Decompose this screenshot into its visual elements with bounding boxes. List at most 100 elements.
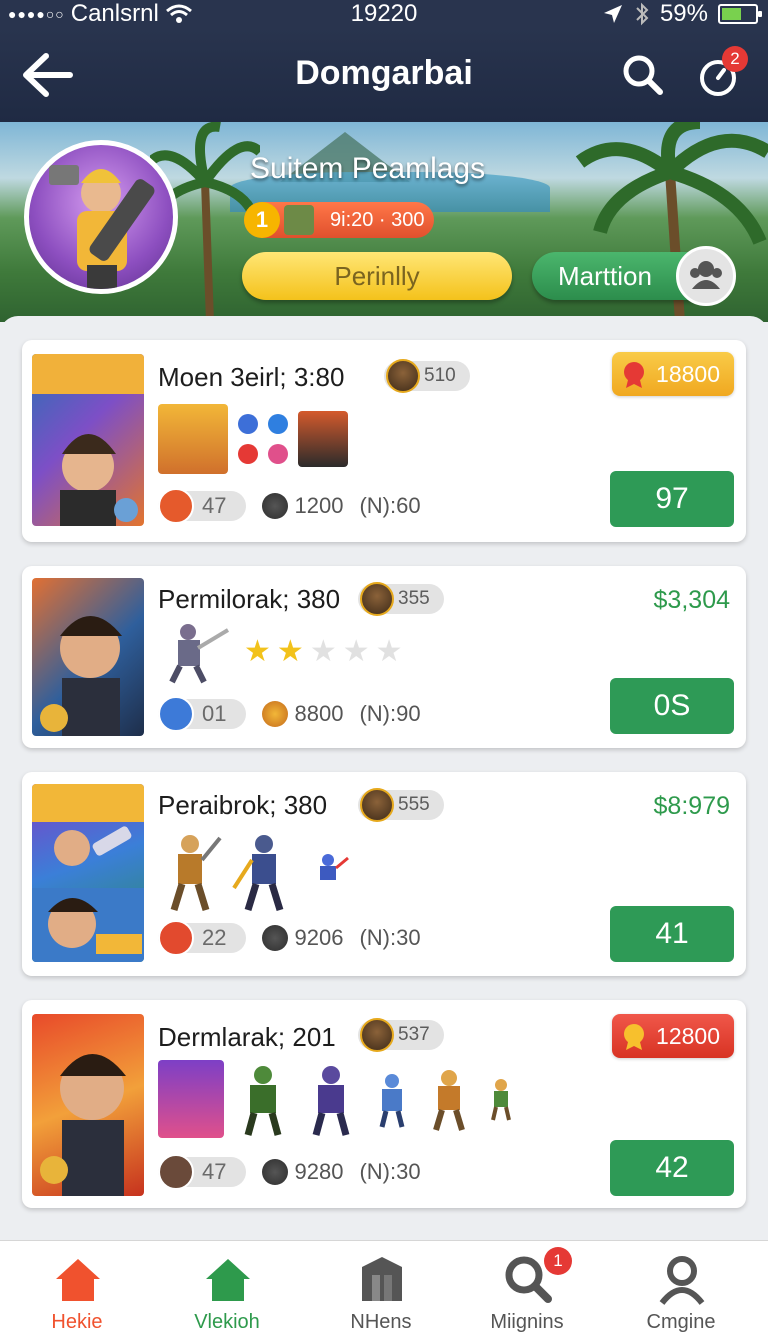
warrior-figure: [312, 1066, 350, 1136]
chip-avatar: [158, 920, 194, 956]
search-icon: [623, 55, 663, 95]
stat-row: 22 9206 (N):30: [158, 920, 421, 956]
player-chip: 47: [158, 488, 247, 524]
chip-avatar: [158, 488, 194, 524]
warrior-figure: [320, 854, 349, 880]
nav-label: Vlekioh: [194, 1311, 260, 1333]
list-item[interactable]: Dermlarak; 201 537 12800 42 47 9280 (N):…: [22, 1000, 746, 1208]
player-chip: 01: [158, 696, 247, 732]
chip-value: 01: [202, 701, 227, 726]
cover-art: [32, 354, 144, 526]
nav-label: Cmgine: [646, 1311, 716, 1333]
boost-icon: [238, 414, 258, 434]
primary-action-button[interactable]: Perinlly: [242, 252, 512, 300]
home-icon: [56, 1259, 100, 1301]
card-title: Peraibrok; 380: [158, 790, 328, 820]
player-pill: 510: [384, 359, 470, 393]
house-icon: [206, 1259, 250, 1301]
thumb-row: ★ ★ ★ ★ ★: [158, 618, 403, 684]
warrior-figure: [379, 1074, 405, 1128]
character-thumb: [298, 411, 348, 467]
list-item[interactable]: Permilorak; 380 355 $3,304 ★ ★ ★ ★ ★ 0S 01 8…: [22, 566, 746, 748]
cover-art: [40, 616, 122, 736]
thumb-row: [158, 404, 348, 474]
warrior-figure: [433, 1070, 465, 1131]
warrior-figure: [232, 835, 284, 912]
card-title: Permilorak; 380: [158, 584, 341, 614]
nav-badge: 1: [544, 1247, 572, 1275]
chip-value: 47: [202, 1159, 227, 1184]
coin-value: 8800: [294, 701, 344, 726]
star-empty-icon: ★: [309, 634, 337, 668]
game-cover: [32, 784, 144, 962]
player-chip: 47: [158, 1154, 247, 1190]
star-filled-icon: ★: [276, 634, 304, 668]
game-cover: [32, 354, 144, 526]
price-label: $3,304: [653, 586, 730, 614]
reward-badge[interactable]: 18800: [612, 352, 734, 396]
nav-item-village[interactable]: Vlekioh: [152, 1241, 302, 1344]
warrior-figure: [170, 835, 222, 912]
warrior-figure: [491, 1079, 511, 1121]
bluetooth-icon: [636, 2, 649, 26]
burst-icon: [262, 701, 289, 727]
score-button[interactable]: 97: [610, 471, 734, 527]
medal-icon: [624, 362, 645, 388]
nav-label: NHens: [350, 1311, 412, 1333]
chip-avatar: [158, 1154, 194, 1190]
search-button[interactable]: [618, 50, 668, 100]
thumb-row: [158, 1060, 518, 1138]
player-pill: 555: [358, 788, 444, 822]
list-item[interactable]: Moen 3eirl; 3:80 510 18800 97 47 1200 (N…: [22, 340, 746, 542]
app-header: Domgarbai 2: [0, 28, 768, 122]
coin-value: 9280: [294, 1159, 344, 1184]
timer-value: (N):90: [359, 701, 421, 726]
chip-value: 47: [202, 493, 227, 518]
team-icon-button[interactable]: [676, 246, 736, 306]
player-avatar-mini: [360, 788, 394, 822]
cover-art: [32, 784, 144, 962]
list-item[interactable]: Peraibrok; 380 555 $8:979 41 22 9206 (N)…: [22, 772, 746, 976]
pill-value: 510: [424, 365, 456, 386]
notification-button[interactable]: 2: [694, 46, 748, 100]
reward-badge[interactable]: 12800: [612, 1014, 734, 1058]
cover-art: [40, 1054, 126, 1196]
nav-item-news[interactable]: NHens: [306, 1241, 456, 1344]
banner-title: Suitem Peamlags: [250, 152, 486, 185]
nav-item-home[interactable]: Hekie: [2, 1241, 152, 1344]
chip-value: 22: [202, 925, 227, 950]
nav-label: Miignins: [490, 1311, 564, 1333]
nav-item-missions[interactable]: 1 Miignins: [452, 1241, 602, 1344]
coin-value: 1200: [294, 493, 344, 518]
warrior-figure: [244, 1066, 282, 1136]
rank-text: 9i:20 · 300: [330, 209, 425, 231]
reward-value: 12800: [656, 1023, 720, 1049]
user-icon: [659, 1256, 705, 1305]
score-button[interactable]: 0S: [610, 678, 734, 734]
player-pill: 537: [358, 1018, 444, 1052]
rating-stars: ★ ★ ★ ★ ★: [244, 634, 403, 669]
player-avatar-mini: [360, 582, 394, 616]
attack-icon: [238, 444, 258, 464]
timer-value: (N):30: [359, 925, 421, 950]
thumb-row: [158, 828, 350, 912]
rank-avatar: [284, 205, 314, 235]
star-empty-icon: ★: [342, 634, 370, 668]
game-cover: [32, 1014, 144, 1196]
player-pill: 355: [358, 582, 444, 616]
game-cover: [32, 578, 144, 736]
team-icon: [690, 261, 722, 289]
pill-value: 555: [398, 794, 430, 815]
player-avatar[interactable]: [24, 140, 178, 294]
coin-icon: [262, 1159, 289, 1185]
nav-item-profile[interactable]: Cmgine: [606, 1241, 756, 1344]
coin-icon: [262, 493, 289, 519]
chat-icon: [158, 696, 194, 732]
warrior-figure: [169, 624, 230, 684]
heart-icon: [268, 444, 288, 464]
card-title: Moen 3eirl; 3:80: [158, 362, 345, 392]
score-button[interactable]: 42: [610, 1140, 734, 1196]
bottom-nav: Hekie Vlekioh NHens 1 Miignins Cmgine: [0, 1240, 768, 1344]
score-button[interactable]: 41: [610, 906, 734, 962]
shield-icon: [268, 414, 288, 434]
